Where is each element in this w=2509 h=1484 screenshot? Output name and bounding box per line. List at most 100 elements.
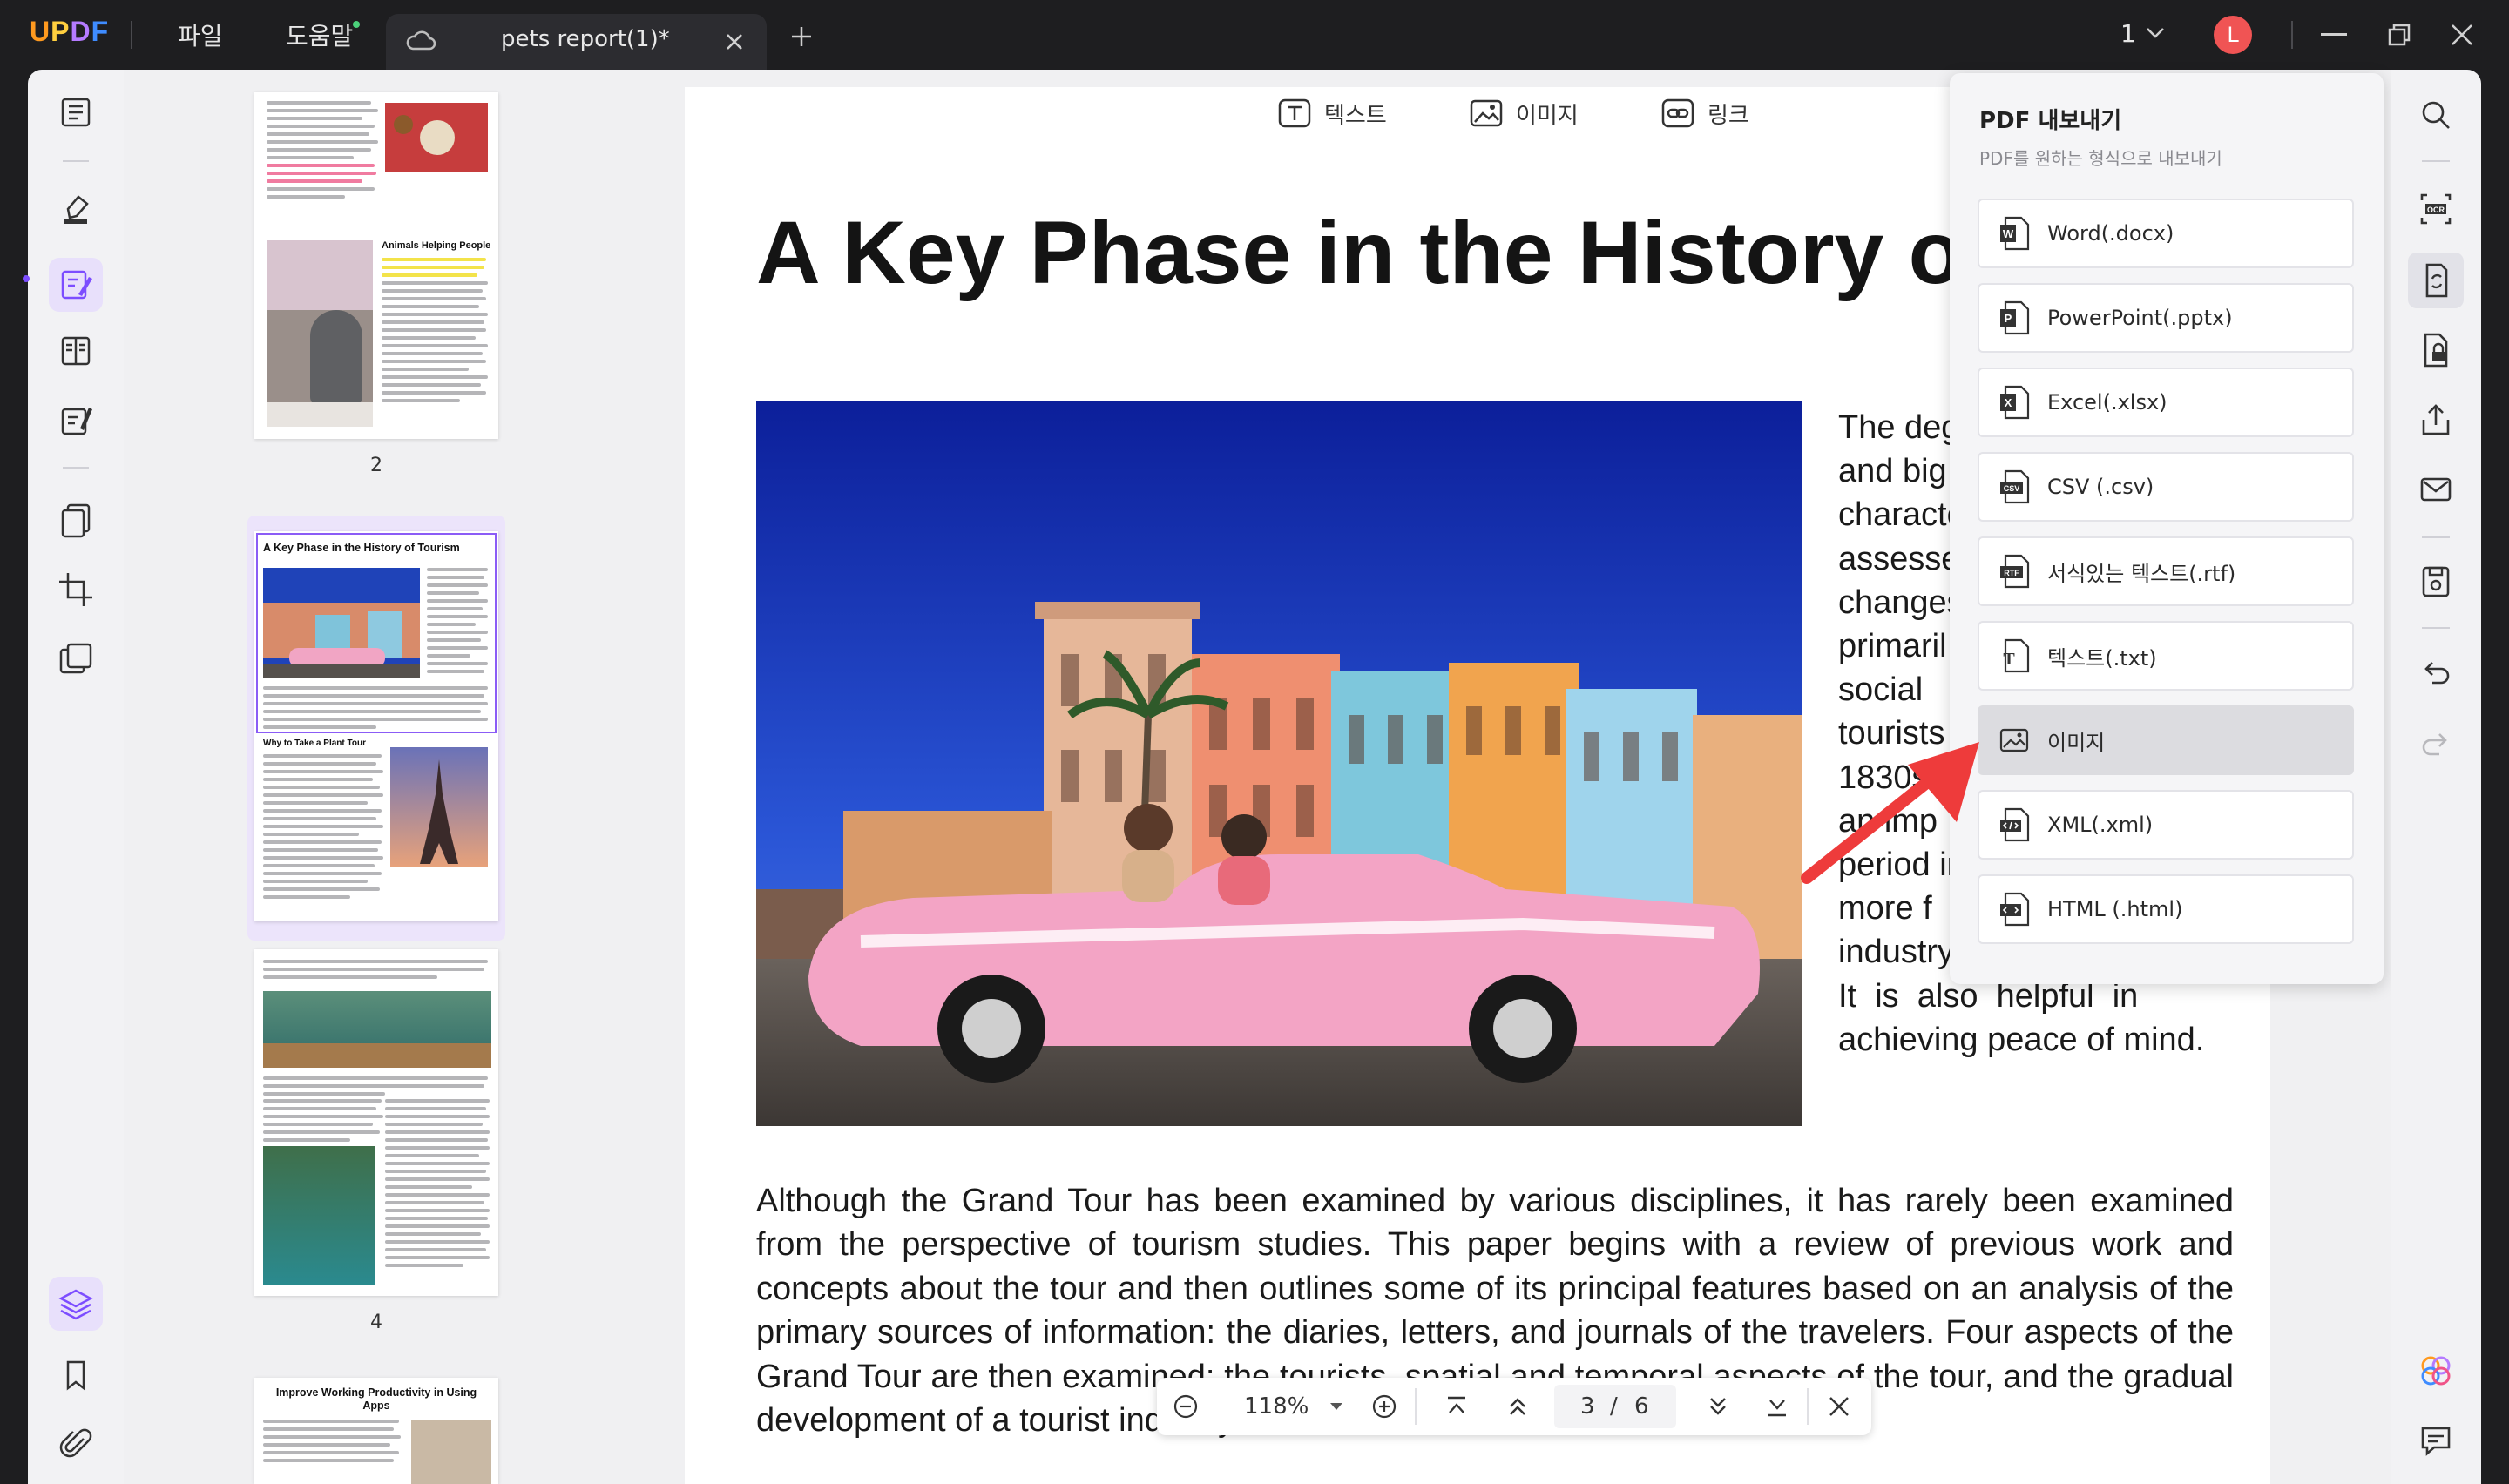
crop-icon [59,573,92,606]
zoom-level[interactable]: 118% [1244,1393,1309,1420]
next-page-icon[interactable] [1706,1395,1730,1418]
zoom-in-icon[interactable] [1371,1393,1397,1420]
divider [63,467,89,469]
page-number-input[interactable]: 3 / 6 [1554,1385,1676,1428]
divider [2422,536,2450,538]
save-icon[interactable] [2417,563,2455,601]
search-icon[interactable] [2417,96,2455,134]
restore-icon[interactable] [2387,23,2411,47]
thumbnail-page-5[interactable]: Improve Working Productivity in Using Ap… [254,1378,498,1484]
export-powerpoint-button[interactable]: P PowerPoint(.pptx) [1978,283,2354,353]
crop-button[interactable] [49,563,103,617]
edit-pdf-button[interactable] [49,258,103,312]
zoom-dropdown-icon[interactable] [1329,1402,1343,1411]
thumbnail-image [385,103,488,172]
fill-sign-button[interactable] [49,394,103,448]
duplicate-icon [59,643,92,674]
thumbnail-image [263,568,420,678]
page-organize-button[interactable] [49,324,103,378]
export-xml-button[interactable]: XML(.xml) [1978,790,2354,860]
first-page-icon[interactable] [1444,1395,1469,1418]
thumbnail-subheading: Why to Take a Plant Tour [263,739,366,748]
thumbnail-page-number: 2 [370,455,382,476]
page-separator: / [1610,1393,1618,1420]
txt-icon: T [2003,638,2030,673]
svg-text:CSV: CSV [2004,484,2020,493]
attachment-button[interactable] [49,1418,103,1472]
add-text-label: 텍스트 [1324,102,1387,129]
reader-mode-button[interactable] [49,85,103,139]
convert-button[interactable] [49,493,103,547]
ai-assistant-icon[interactable] [2417,1352,2455,1390]
menu-file[interactable]: 파일 [178,17,223,52]
export-txt-button[interactable]: T 텍스트(.txt) [1978,621,2354,691]
document-photo[interactable] [756,401,1802,1126]
export-pdf-button[interactable] [2408,253,2464,308]
columns-icon [61,336,91,366]
tab-title: pets report(1)* [501,26,670,52]
divider [1807,1388,1809,1425]
export-option-label: 서식있는 텍스트(.rtf) [2047,561,2236,586]
comment-tool-button[interactable] [49,183,103,237]
document-tab[interactable]: pets report(1)* [386,14,767,70]
close-window-icon[interactable] [2450,23,2474,47]
export-excel-button[interactable]: X Excel(.xlsx) [1978,368,2354,437]
thumbnail-page-2[interactable]: Animals Helping People [254,92,498,439]
ocr-icon[interactable]: OCR [2417,190,2455,228]
updf-logo: UPDF [30,16,110,47]
share-icon[interactable] [2417,401,2455,439]
previous-page-icon[interactable] [1505,1395,1530,1418]
thumbnail-text [263,754,385,903]
svg-text:P: P [2005,312,2012,325]
bookmark-button[interactable] [49,1348,103,1402]
redo-icon[interactable] [2417,725,2455,763]
svg-text:RTF: RTF [2004,569,2019,577]
add-image-button[interactable]: 이미지 [1469,94,1579,132]
export-rtf-button[interactable]: RTF 서식있는 텍스트(.rtf) [1978,536,2354,606]
pages-icon [61,503,91,538]
thumbnail-page-4[interactable] [254,949,498,1296]
thumbnail-text [263,960,490,983]
thumbnail-heading: Improve Working Productivity in Using Ap… [275,1386,477,1412]
csv-icon: CSV [2000,469,2030,504]
thumbnail-text [385,1099,491,1272]
export-csv-button[interactable]: CSV CSV (.csv) [1978,452,2354,522]
export-image-button[interactable]: 이미지 [1978,705,2354,775]
word-icon: W [2000,216,2030,251]
excel-icon: X [2000,385,2030,420]
export-option-label: XML(.xml) [2047,813,2154,837]
minimize-icon[interactable] [2321,33,2347,37]
right-toolbar: OCR [2391,70,2481,1484]
notification-dot [353,21,360,28]
close-bar-icon[interactable] [1828,1395,1850,1418]
svg-text:OCR: OCR [2427,206,2445,214]
export-html-button[interactable]: HTML (.html) [1978,874,2354,944]
text-line: achieving peace of mind. [1838,1021,2205,1058]
edit-icon [61,270,92,300]
comments-icon[interactable] [2417,1421,2455,1460]
add-text-button[interactable]: 텍스트 [1277,94,1387,132]
export-option-label: CSV (.csv) [2047,475,2154,499]
book-icon [61,98,91,127]
add-link-button[interactable]: 링크 [1660,94,1749,132]
user-avatar[interactable]: L [2214,16,2252,54]
cloud-icon [405,28,436,54]
protect-button[interactable] [49,632,103,686]
zoom-out-icon[interactable] [1173,1393,1199,1420]
last-page-icon[interactable] [1765,1395,1789,1418]
chevron-down-icon[interactable] [2145,26,2166,40]
new-tab-icon[interactable] [789,24,814,49]
layers-button[interactable] [49,1277,103,1331]
undo-icon[interactable] [2417,653,2455,691]
export-option-label: 이미지 [2047,730,2106,755]
thumbnail-page-3[interactable]: A Key Phase in the History of Tourism Wh… [254,531,498,921]
close-tab-icon[interactable] [724,31,745,52]
menu-help[interactable]: 도움말 [286,17,353,52]
email-icon[interactable] [2417,470,2455,509]
protect-document-icon[interactable] [2417,331,2455,369]
document-title[interactable]: A Key Phase in the History of T [756,202,2072,304]
add-image-label: 이미지 [1516,102,1579,129]
export-word-button[interactable]: W Word(.docx) [1978,199,2354,268]
highlighter-icon [64,195,89,224]
page-indicator[interactable]: 1 [2120,19,2136,48]
